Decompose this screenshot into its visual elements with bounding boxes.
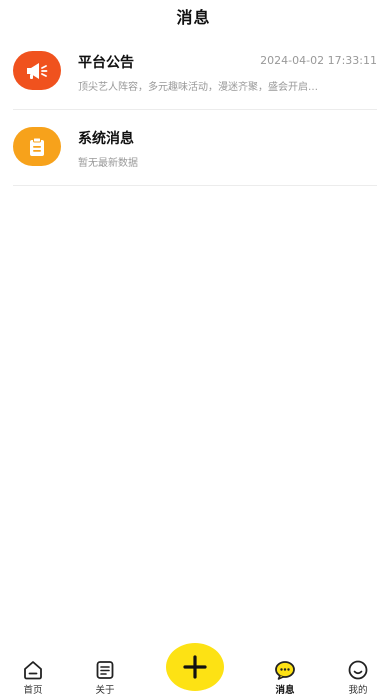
tab-about[interactable]: 关于: [85, 659, 125, 696]
smiley-icon: [348, 660, 368, 680]
tab-label: 消息: [275, 685, 295, 696]
tab-mine[interactable]: 我的: [338, 659, 378, 696]
tab-home[interactable]: 首页: [13, 659, 53, 696]
page-header: 消息: [0, 0, 387, 32]
message-title: 平台公告: [78, 55, 134, 71]
message-item-system[interactable]: 系统消息 暂无最新数据: [13, 110, 377, 186]
tab-label: 我的: [348, 685, 368, 696]
plus-icon: [183, 655, 207, 679]
system-avatar: [13, 127, 61, 166]
add-button[interactable]: [166, 643, 224, 691]
megaphone-icon: [27, 62, 48, 79]
announcement-avatar: [13, 51, 61, 90]
chat-bubble-icon: [275, 661, 295, 680]
tab-messages[interactable]: 消息: [265, 659, 305, 696]
message-preview: 顶尖艺人阵容，多元趣味活动，漫迷齐聚，盛会开启…: [78, 82, 318, 93]
message-title: 系统消息: [78, 131, 134, 147]
tab-label: 首页: [23, 685, 43, 696]
clipboard-icon: [30, 137, 44, 156]
page-title: 消息: [176, 8, 211, 27]
home-icon: [24, 661, 42, 680]
messages-page: 消息 平台公告 2024-04-02 17:33:11 顶尖艺人阵容，多元趣味活…: [0, 0, 387, 698]
document-icon: [96, 661, 114, 679]
tab-label: 关于: [95, 685, 115, 696]
message-time: 2024-04-02 17:33:11: [260, 54, 377, 67]
message-list: 平台公告 2024-04-02 17:33:11 顶尖艺人阵容，多元趣味活动，漫…: [0, 34, 387, 186]
message-preview: 暂无最新数据: [78, 158, 138, 169]
message-item-announcement[interactable]: 平台公告 2024-04-02 17:33:11 顶尖艺人阵容，多元趣味活动，漫…: [13, 34, 377, 110]
